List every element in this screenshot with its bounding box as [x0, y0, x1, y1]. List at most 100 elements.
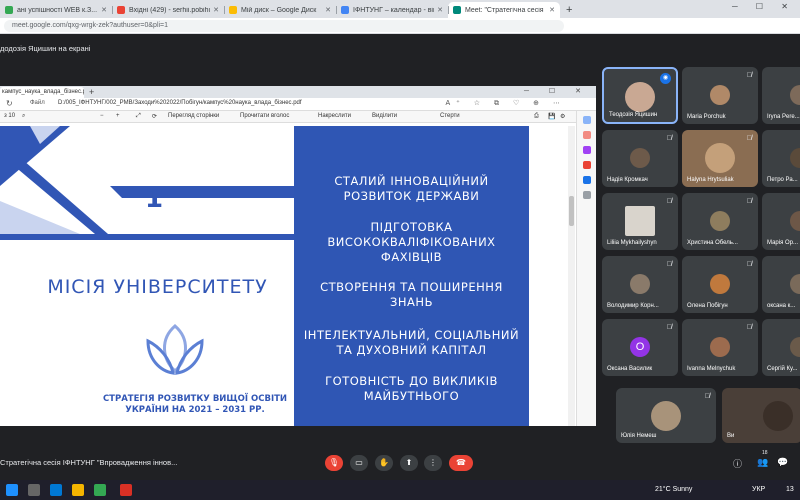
read-aloud-button[interactable]: Прочитати вголос — [240, 113, 289, 119]
search-icon[interactable] — [582, 116, 591, 124]
zoom-out-icon[interactable]: − — [100, 113, 104, 119]
browser-tab-drive[interactable]: Мій диск – Google Диск ✕ — [224, 2, 336, 18]
mic-off-icon: 🎙̸ — [704, 393, 710, 400]
search-icon[interactable] — [28, 484, 40, 496]
rotate-icon[interactable]: ⟳ — [152, 113, 157, 120]
present-button[interactable]: ⬆ — [400, 455, 418, 471]
participant-tile[interactable]: ◉ Теодозія Яцишин — [602, 67, 678, 124]
zoom-in-icon[interactable]: + — [116, 113, 120, 119]
raise-hand-button[interactable]: ✋ — [375, 455, 393, 471]
leave-call-button[interactable]: ☎ — [449, 455, 473, 471]
add-icon[interactable] — [582, 191, 591, 199]
reload-icon[interactable]: ↻ — [6, 99, 13, 108]
browser-tab-gmail[interactable]: Вхідні (429) - serhii.pobihun@n... ✕ — [112, 2, 224, 18]
page-view-button[interactable]: Перегляд сторінки — [168, 113, 219, 119]
settings-icon[interactable]: ⚙ — [560, 113, 565, 120]
close-icon[interactable]: ✕ — [437, 6, 443, 14]
avatar — [790, 274, 800, 294]
print-icon[interactable]: ⎙ — [534, 113, 539, 120]
more-options-button[interactable]: ⋮ — [424, 455, 442, 471]
close-icon[interactable]: ✕ — [101, 6, 107, 14]
participant-tile[interactable]: 🎙̸ Олена Побігун — [682, 256, 758, 313]
avatar — [790, 211, 800, 231]
chat-icon[interactable]: 💬 — [777, 457, 788, 468]
strategy-line: УКРАЇНИ НА 2021 – 2031 РР. — [125, 405, 265, 415]
scrollbar-thumb[interactable] — [569, 196, 574, 226]
url-input[interactable]: meet.google.com/qxg-wrgk-zek?authuser=0&… — [4, 20, 564, 32]
browser-action-icons[interactable]: A⁺ ☆ ⧉ ♡ ⊕ ⋯ — [445, 99, 566, 108]
participant-tile[interactable]: 🎙̸ Ivanna Melnychuk — [682, 319, 758, 376]
close-icon[interactable]: ✕ — [325, 6, 331, 14]
participant-tile[interactable]: 🎙̸ Христина Обель... — [682, 193, 758, 250]
mission-item: ІНТЕЛЕКТУАЛЬНИЙ, СОЦІАЛЬНИЙ ТА ДУХОВНИЙ … — [294, 328, 529, 358]
address-bar: meet.google.com/qxg-wrgk-zek?authuser=0&… — [0, 18, 800, 34]
camera-toggle-button[interactable]: ▭ — [350, 455, 368, 471]
participant-tile[interactable]: Сергій Ку... — [762, 319, 800, 376]
chrome-active-icon[interactable] — [94, 484, 106, 496]
participant-tile[interactable]: Петро Ра... — [762, 130, 800, 187]
participant-name: Ви — [727, 433, 735, 439]
pdf-tab[interactable]: кампус_наука_влада_бізнес.pdf — [0, 87, 84, 98]
participant-name: Надія Кромкач — [607, 177, 648, 183]
clock[interactable]: 13 — [786, 486, 794, 493]
participant-tile[interactable]: 🎙̸ Liliia Mykhailyshyn — [602, 193, 678, 250]
mission-item-line: ПІДГОТОВКА — [370, 220, 453, 234]
pdf-app-icon[interactable] — [120, 484, 132, 496]
participant-name: Юлія Немеш — [621, 433, 657, 439]
start-icon[interactable] — [6, 484, 18, 496]
participant-tile[interactable]: 🎙̸ Володимир Корн... — [602, 256, 678, 313]
avatar — [710, 274, 730, 294]
new-tab-button[interactable]: + — [89, 87, 94, 98]
mic-off-icon: 🎙̸ — [666, 135, 672, 142]
mission-item-line: ТА ДУХОВНИЙ КАПІТАЛ — [336, 343, 487, 357]
people-icon[interactable]: 👥 — [757, 457, 768, 468]
participant-name: Володимир Корн... — [607, 303, 659, 309]
office-icon[interactable] — [582, 161, 591, 169]
browser-tab-calendar[interactable]: ІФНТУНГ – календар - вівторок ✕ — [336, 2, 448, 18]
erase-button[interactable]: Стерти — [440, 113, 460, 119]
edge-icon[interactable] — [50, 484, 62, 496]
outlook-icon[interactable] — [582, 176, 591, 184]
highlight-button[interactable]: Виділити — [372, 113, 397, 119]
save-icon[interactable]: 💾 — [548, 113, 555, 120]
close-icon[interactable]: ✕ — [549, 6, 555, 14]
strategy-line: СТРАТЕГІЯ РОЗВИТКУ ВИЩОЇ ОСВІТИ — [102, 394, 288, 404]
browser-tab-meet[interactable]: Meet: "Стратегічна сесія ІФ... ✕ — [448, 2, 560, 18]
participant-tile[interactable]: 🎙̸ Надія Кромкач — [602, 130, 678, 187]
participant-name: Ivanna Melnychuk — [687, 366, 736, 372]
language-indicator[interactable]: УКР — [752, 486, 765, 493]
participant-tile[interactable]: О 🎙̸ Оксана Василик — [602, 319, 678, 376]
mic-off-icon: 🎙̸ — [746, 135, 752, 142]
close-icon[interactable]: ✕ — [213, 6, 219, 14]
window-controls[interactable]: ─ ☐ ✕ — [524, 87, 590, 95]
participant-tile[interactable]: 🎙̸ Maria Porchuk — [682, 67, 758, 124]
participant-tile[interactable]: Марія Ор... — [762, 193, 800, 250]
fit-icon[interactable]: ⤢ — [136, 113, 141, 120]
avatar — [625, 206, 655, 236]
draw-button[interactable]: Накреслити — [318, 113, 351, 119]
participant-tile[interactable]: оксана к... — [762, 256, 800, 313]
edge-sidebar — [576, 111, 596, 426]
mic-toggle-button[interactable]: 🎙 — [325, 455, 343, 471]
avatar — [710, 211, 730, 231]
weather-widget[interactable]: 21°C Sunny — [655, 486, 692, 493]
self-tile[interactable]: Ви — [722, 388, 800, 443]
games-icon[interactable] — [582, 146, 591, 154]
participant-tile[interactable]: Iryna Pere... — [762, 67, 800, 124]
chrome-icon[interactable] — [72, 484, 84, 496]
window-controls[interactable]: ─ ☐ ✕ — [732, 2, 796, 11]
participant-tile[interactable]: 🎙̸ Юлія Немеш — [616, 388, 716, 443]
pdf-scrollbar[interactable] — [568, 126, 575, 426]
mission-item-line: РОЗВИТОК ДЕРЖАВИ — [343, 189, 480, 203]
pdf-toolbar: з 10 ⌕ − + ⤢ ⟳ Перегляд сторінки Прочита… — [0, 111, 596, 123]
search-icon[interactable]: ⌕ — [22, 113, 25, 120]
info-icon[interactable]: ⓘ — [733, 457, 742, 470]
file-path[interactable]: D:/005_ІФНТУНГ/002_PMB/Заходи%202022/Поб… — [58, 100, 302, 106]
avatar — [630, 148, 650, 168]
collections-icon[interactable] — [582, 131, 591, 139]
meeting-title: Стратегічна сесія ІФНТУНГ "Впровадження … — [0, 458, 178, 467]
browser-tab-grades[interactable]: ані успішності WEB к.З... ✕ — [0, 2, 112, 18]
participant-tile[interactable]: 🎙̸ Halyna Hrytsuliak — [682, 130, 758, 187]
new-tab-button[interactable]: + — [566, 2, 572, 18]
page-info: з 10 — [4, 113, 16, 119]
